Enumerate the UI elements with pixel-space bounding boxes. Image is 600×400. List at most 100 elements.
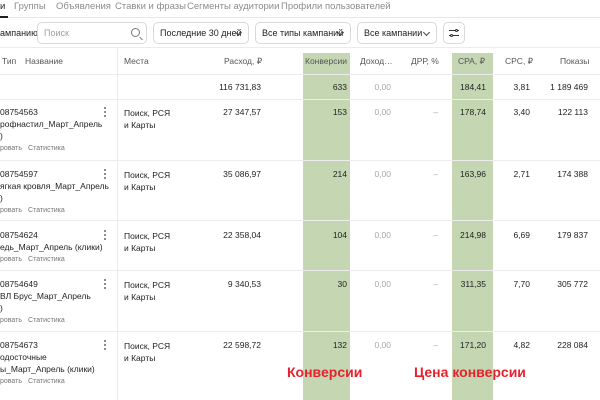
row-divider	[0, 160, 600, 161]
placement-line: и Карты	[124, 120, 156, 130]
campaign-name-tail: )	[0, 131, 3, 141]
chevron-down-icon	[422, 28, 431, 37]
create-campaign-button[interactable]: ампанию	[0, 22, 38, 44]
statistics-link[interactable]: Статистика	[28, 145, 65, 152]
campaign-type-value: Все типы кампаний	[262, 28, 344, 38]
more-actions-icon[interactable]	[104, 230, 106, 240]
more-actions-icon[interactable]	[104, 340, 106, 350]
campaign-name[interactable]: ягкая кровля_Март_Апрель	[0, 181, 109, 191]
placement-line: Поиск, РСЯ	[124, 280, 171, 290]
placement-line: Поиск, РСЯ	[124, 341, 171, 351]
tab-groups[interactable]: Группы	[14, 1, 46, 12]
campaign-name-tail: ы_Март_Апрель (клики)	[0, 364, 95, 374]
impressions: 179 837	[557, 230, 588, 240]
tab-audiences[interactable]: Сегменты аудитории	[187, 1, 279, 12]
column-header-impressions[interactable]: Показы	[560, 56, 589, 66]
column-header-places[interactable]: Места	[124, 56, 149, 66]
search-icon	[131, 28, 140, 37]
spend: 27 347,57	[223, 107, 261, 117]
spend: 22 358,04	[223, 230, 261, 240]
campaign-name[interactable]: рофнастил_Март_Апрель	[0, 119, 102, 129]
revenue: 0,00	[374, 340, 391, 350]
campaign-name[interactable]: ВЛ Брус_Март_Апрель	[0, 291, 91, 301]
cpc: 3,40	[513, 107, 530, 117]
spend: 35 086,97	[223, 169, 261, 179]
edit-link[interactable]: ровать	[0, 256, 22, 263]
cpa: 178,74	[460, 107, 486, 117]
column-header-spend[interactable]: Расход, ₽	[224, 56, 262, 67]
edit-link[interactable]: ровать	[0, 145, 22, 152]
campaign-name-tail: )	[0, 193, 3, 203]
campaign-id[interactable]: 08754624	[0, 230, 38, 240]
revenue: 0,00	[374, 230, 391, 240]
campaign-name[interactable]: едь_Март_Апрель (клики)	[0, 242, 103, 252]
statistics-link[interactable]: Статистика	[28, 317, 65, 324]
placement-line: Поиск, РСЯ	[124, 231, 171, 241]
campaign-name-tail: )	[0, 303, 3, 313]
search-input[interactable]: Поиск	[37, 22, 147, 44]
cpc: 4,82	[513, 340, 530, 350]
cpc: 2,71	[513, 169, 530, 179]
impressions: 305 772	[557, 279, 588, 289]
column-header-cpa[interactable]: CPA, ₽	[458, 56, 485, 67]
conversions: 30	[337, 279, 347, 289]
edit-link[interactable]: ровать	[0, 207, 22, 214]
statistics-link[interactable]: Статистика	[28, 378, 65, 385]
more-actions-icon[interactable]	[104, 107, 106, 117]
placement-line: Поиск, РСЯ	[124, 108, 171, 118]
column-header-name[interactable]: Название	[25, 56, 63, 66]
total-cpa: 184,41	[460, 82, 486, 92]
column-header-cpc[interactable]: CPC, ₽	[505, 56, 533, 67]
statistics-link[interactable]: Статистика	[28, 207, 65, 214]
tab-campaigns[interactable]: и	[0, 1, 5, 12]
revenue: 0,00	[374, 107, 391, 117]
more-actions-icon[interactable]	[104, 279, 106, 289]
row-divider	[0, 270, 600, 271]
period-select[interactable]: Последние 30 дней	[153, 22, 249, 44]
total-spend: 116 731,83	[219, 82, 261, 92]
column-header-drr[interactable]: ДРР, %	[411, 56, 439, 66]
conversions: 214	[332, 169, 347, 179]
placements: Поиск, РСЯ и Карты	[124, 340, 170, 364]
row-divider	[0, 220, 600, 221]
drr: –	[433, 169, 438, 179]
column-header-type[interactable]: Тип	[2, 56, 16, 66]
placements: Поиск, РСЯ и Карты	[124, 107, 170, 131]
statistics-link[interactable]: Статистика	[28, 256, 65, 263]
cpa-annotation: Цена конверсии	[414, 364, 526, 380]
campaign-id[interactable]: 08754673	[0, 340, 38, 350]
revenue: 0,00	[374, 279, 391, 289]
edit-link[interactable]: ровать	[0, 317, 22, 324]
tab-user-profiles[interactable]: Профили пользователей	[281, 1, 391, 12]
drr: –	[433, 340, 438, 350]
filter-settings-icon[interactable]	[443, 22, 465, 44]
tab-ads[interactable]: Объявления	[56, 1, 111, 12]
row-divider	[0, 47, 600, 48]
campaign-name[interactable]: одосточные	[0, 352, 47, 362]
more-actions-icon[interactable]	[104, 169, 106, 179]
campaigns-select[interactable]: Все кампании	[357, 22, 437, 44]
edit-link[interactable]: ровать	[0, 378, 22, 385]
cpc: 6,69	[513, 230, 530, 240]
campaign-id[interactable]: 08754563	[0, 107, 38, 117]
conversions: 132	[332, 340, 347, 350]
cpa: 171,20	[460, 340, 486, 350]
row-actions: ровать Статистика	[0, 256, 65, 263]
column-header-conversions[interactable]: Конверсии	[305, 56, 347, 66]
campaign-type-select[interactable]: Все типы кампаний	[255, 22, 351, 44]
campaign-id[interactable]: 08754649	[0, 279, 38, 289]
column-header-revenue[interactable]: Доход…	[360, 56, 393, 66]
impressions: 174 388	[557, 169, 588, 179]
total-conversions: 633	[332, 82, 347, 92]
active-tab-indicator	[0, 16, 8, 18]
impressions: 122 113	[557, 107, 588, 117]
revenue: 0,00	[374, 169, 391, 179]
row-actions: ровать Статистика	[0, 207, 65, 214]
total-revenue: 0,00	[374, 82, 391, 92]
spend: 9 340,53	[227, 279, 261, 289]
campaign-id[interactable]: 08754597	[0, 169, 38, 179]
placement-line: и Карты	[124, 292, 156, 302]
period-value: Последние 30 дней	[160, 28, 242, 38]
tab-bids[interactable]: Ставки и фразы	[115, 1, 186, 12]
placement-line: и Карты	[124, 353, 156, 363]
